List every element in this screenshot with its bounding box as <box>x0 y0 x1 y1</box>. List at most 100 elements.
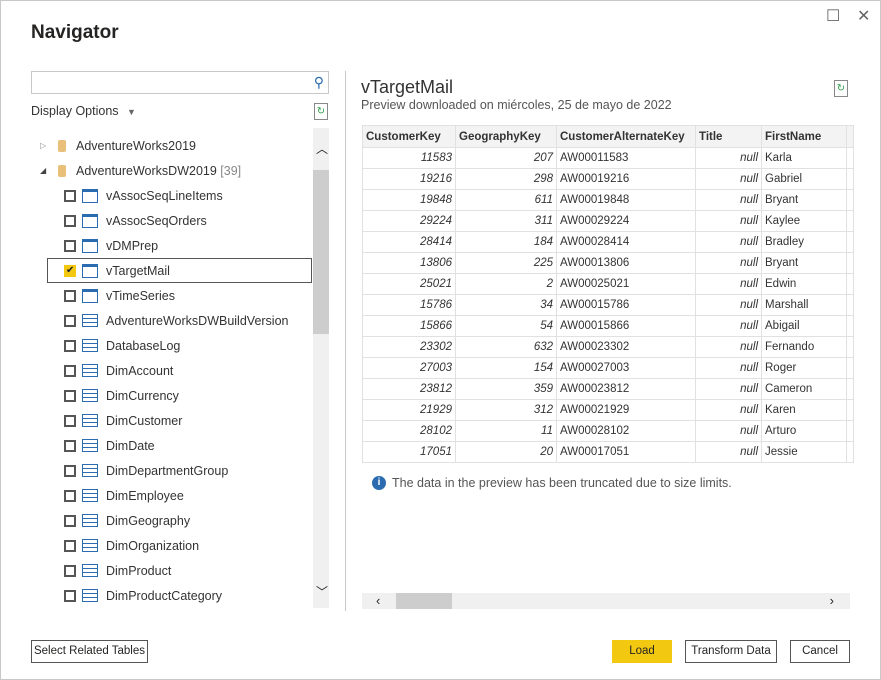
tree-scrollbar[interactable]: ︿ ﹀ <box>313 128 329 608</box>
tree-item[interactable]: DimCurrency <box>40 383 312 408</box>
tree-item[interactable]: DimProduct <box>40 558 312 583</box>
checkbox[interactable] <box>64 389 76 402</box>
truncation-notice: i The data in the preview has been trunca… <box>372 476 732 490</box>
checkbox[interactable] <box>64 514 76 527</box>
checkbox[interactable] <box>64 239 76 252</box>
table-cell: 17051 <box>362 441 456 463</box>
checkbox[interactable] <box>64 414 76 427</box>
table-cell: 225 <box>455 252 557 274</box>
checkbox[interactable] <box>64 439 76 452</box>
checkbox[interactable] <box>64 189 76 202</box>
checkbox[interactable] <box>64 489 76 502</box>
table-cell: Bradley <box>761 231 847 253</box>
table-icon <box>82 364 98 377</box>
checkbox[interactable] <box>64 589 76 602</box>
tree-item[interactable]: DimEmployee <box>40 483 312 508</box>
select-related-tables-button[interactable]: Select Related Tables <box>31 640 148 663</box>
scrollbar-thumb[interactable] <box>396 593 452 609</box>
column-header[interactable]: CustomerAlternateKey <box>556 125 696 148</box>
scrollbar-thumb[interactable] <box>313 170 329 334</box>
server-node[interactable]: ▷ AdventureWorks2019 <box>40 133 312 158</box>
table-icon <box>82 339 98 352</box>
tree-item-label: DimOrganization <box>106 538 200 553</box>
table-cell: null <box>695 168 762 190</box>
transform-data-button[interactable]: Transform Data <box>685 640 777 663</box>
table-cell: AW00025021 <box>556 273 696 295</box>
checkbox[interactable] <box>64 364 76 377</box>
checkbox[interactable] <box>64 564 76 577</box>
tree-item[interactable]: DimDate <box>40 433 312 458</box>
table-horizontal-scrollbar[interactable]: ‹ › <box>362 593 850 609</box>
tree-item[interactable]: vTimeSeries <box>40 283 312 308</box>
tree-item-label: DimEmployee <box>106 488 184 503</box>
expand-icon[interactable]: ▷ <box>40 141 52 150</box>
table-cell: null <box>695 336 762 358</box>
checkbox[interactable] <box>64 539 76 552</box>
table-cell-partial <box>846 315 854 337</box>
tree-item[interactable]: vAssocSeqOrders <box>40 208 312 233</box>
tree-item[interactable]: DimGeography <box>40 508 312 533</box>
table-cell: AW00027003 <box>556 357 696 379</box>
table-cell: 359 <box>455 378 557 400</box>
table-cell: 21929 <box>362 399 456 421</box>
checkbox[interactable] <box>64 339 76 352</box>
maximize-icon[interactable]: ☐ <box>826 6 840 26</box>
table-cell: 611 <box>455 189 557 211</box>
display-options-label: Display Options <box>31 104 119 118</box>
tree-item[interactable]: DimProductCategory <box>40 583 312 608</box>
checkbox[interactable] <box>64 314 76 327</box>
close-icon[interactable]: ✕ <box>857 6 870 26</box>
column-header[interactable]: FirstName <box>761 125 847 148</box>
load-button[interactable]: Load <box>612 640 672 663</box>
refresh-icon[interactable]: ↻ <box>314 103 328 120</box>
table-cell: null <box>695 273 762 295</box>
column-header[interactable]: GeographyKey <box>455 125 557 148</box>
collapse-icon[interactable]: ◢ <box>40 166 52 175</box>
table-row: 21929 312 AW00021929 null Karen <box>362 399 854 421</box>
column-header[interactable]: Title <box>695 125 762 148</box>
scroll-up-icon[interactable]: ︿ <box>316 140 328 157</box>
tree-item[interactable]: ✔ vTargetMail <box>47 258 312 283</box>
table-cell-partial <box>846 420 854 442</box>
cancel-button[interactable]: Cancel <box>790 640 850 663</box>
tree-item-label: vAssocSeqOrders <box>106 213 207 228</box>
tree-item[interactable]: AdventureWorksDWBuildVersion <box>40 308 312 333</box>
table-cell-partial <box>846 357 854 379</box>
search-input[interactable] <box>32 72 302 93</box>
table-cell: AW00023812 <box>556 378 696 400</box>
preview-refresh-icon[interactable]: ↻ <box>834 80 848 97</box>
table-cell-partial <box>846 294 854 316</box>
checkbox[interactable]: ✔ <box>64 264 76 277</box>
checkbox[interactable] <box>64 214 76 227</box>
table-icon <box>82 539 98 552</box>
column-header[interactable]: CustomerKey <box>362 125 456 148</box>
table-cell: 23302 <box>362 336 456 358</box>
table-cell: null <box>695 231 762 253</box>
tree-item[interactable]: DimDepartmentGroup <box>40 458 312 483</box>
scroll-right-icon[interactable]: › <box>830 593 834 608</box>
tree-item[interactable]: vAssocSeqLineItems <box>40 183 312 208</box>
tree-item[interactable]: DimOrganization <box>40 533 312 558</box>
tree-item[interactable]: DimAccount <box>40 358 312 383</box>
table-cell-partial <box>846 378 854 400</box>
table-cell: Bryant <box>761 189 847 211</box>
tree-item-label: DimAccount <box>106 363 174 378</box>
display-options-dropdown[interactable]: Display Options ▼ <box>31 104 136 118</box>
search-box[interactable]: ⚲ <box>31 71 329 94</box>
checkbox[interactable] <box>64 464 76 477</box>
search-icon[interactable]: ⚲ <box>314 74 324 91</box>
scroll-left-icon[interactable]: ‹ <box>376 593 380 608</box>
tree-item[interactable]: vDMPrep <box>40 233 312 258</box>
table-cell-partial <box>846 168 854 190</box>
tree-item[interactable]: DatabaseLog <box>40 333 312 358</box>
column-header-partial[interactable] <box>846 125 854 148</box>
table-cell: 15786 <box>362 294 456 316</box>
truncation-text: The data in the preview has been truncat… <box>392 476 732 490</box>
table-cell: Cameron <box>761 378 847 400</box>
server-node[interactable]: ◢ AdventureWorksDW2019 [39] <box>40 158 312 183</box>
checkbox[interactable] <box>64 289 76 302</box>
tree-item-label: DimProductCategory <box>106 588 223 603</box>
table-cell: 312 <box>455 399 557 421</box>
tree-item[interactable]: DimCustomer <box>40 408 312 433</box>
scroll-down-icon[interactable]: ﹀ <box>316 583 328 600</box>
